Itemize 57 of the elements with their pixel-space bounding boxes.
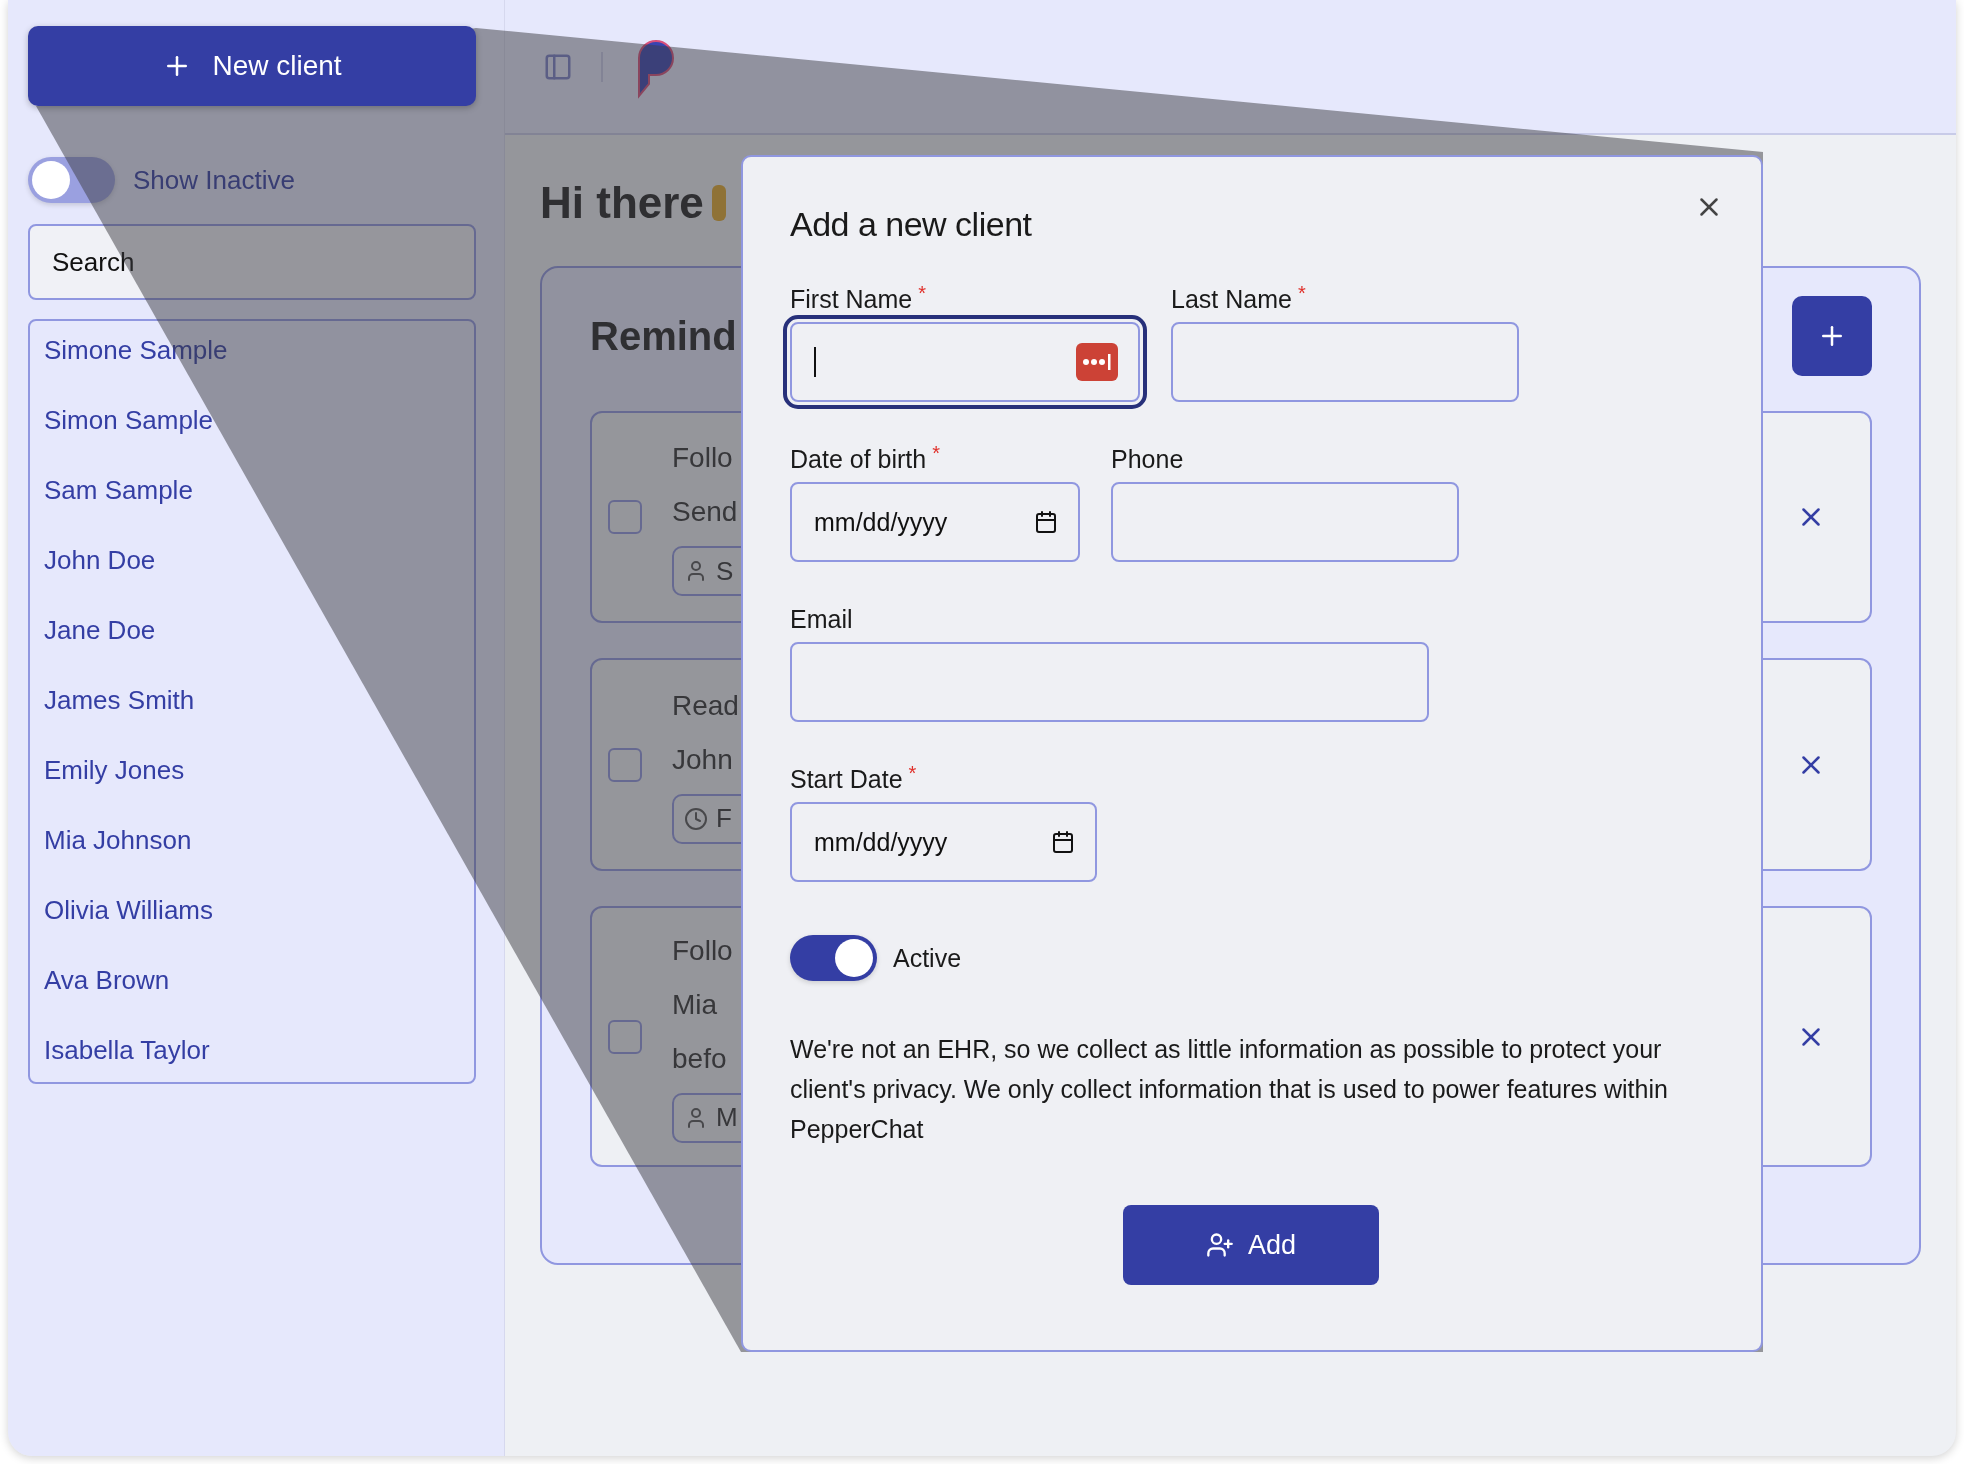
required-mark: *: [932, 442, 940, 465]
reminder-text: Follo: [672, 441, 733, 475]
field-label: First Name: [790, 284, 913, 315]
reminder-text: John: [672, 742, 733, 777]
reminder-text: Read: [672, 688, 739, 723]
client-item[interactable]: Mia Johnson: [44, 823, 474, 858]
reminder-text: befo: [672, 1041, 727, 1076]
client-item[interactable]: John Doe: [44, 543, 474, 578]
field-label: Date of birth: [790, 444, 927, 475]
field-label: Last Name: [1171, 284, 1292, 315]
reminder-text: Send: [672, 495, 738, 529]
client-item[interactable]: Olivia Williams: [44, 893, 474, 928]
add-button[interactable]: Add: [1123, 1205, 1379, 1285]
checkbox[interactable]: [608, 500, 642, 534]
password-manager-icon[interactable]: [1076, 343, 1118, 381]
chip-text: F: [716, 803, 732, 834]
chip-text: S: [716, 555, 734, 587]
field-label: Phone: [1111, 444, 1184, 475]
field-label: Start Date: [790, 764, 903, 795]
checkbox[interactable]: [608, 747, 642, 782]
clock-icon: [684, 806, 708, 831]
input-field[interactable]: [790, 642, 1429, 722]
client-item[interactable]: James Smith: [44, 683, 474, 718]
privacy-note: We're not an EHR, so we collect as little information as possible to protect your client's privacy. We only collect information that is used to power features within PepperChat: [790, 1034, 1669, 1145]
calendar-icon[interactable]: [1034, 510, 1058, 534]
calendar-icon[interactable]: [1051, 830, 1075, 854]
required-mark: *: [908, 762, 917, 785]
card-title: Remind: [590, 313, 737, 359]
toggle-switch[interactable]: [28, 157, 115, 203]
chip-text: M: [716, 1102, 738, 1133]
greeting: Hi there: [540, 178, 704, 228]
toggle-label: Show Inactive: [133, 164, 295, 196]
reminder-text: Mia: [672, 987, 718, 1022]
required-mark: *: [1297, 282, 1306, 305]
client-item[interactable]: Isabella Taylor: [44, 1033, 474, 1068]
input-field[interactable]: [1171, 322, 1519, 402]
search-field[interactable]: Search: [28, 224, 476, 300]
add-reminder-button[interactable]: [1792, 296, 1872, 376]
field-label: Email: [790, 604, 853, 635]
dialog-title: Add a new client: [790, 204, 1033, 245]
client-item[interactable]: Jane Doe: [44, 613, 474, 648]
client-item[interactable]: Ava Brown: [44, 963, 474, 998]
input-field[interactable]: [1111, 482, 1459, 562]
new-client-button[interactable]: New client: [28, 26, 476, 106]
text-cursor: [814, 347, 816, 377]
date-field[interactable]: mm/dd/yyyy: [790, 802, 1097, 882]
checkbox[interactable]: [608, 1019, 642, 1054]
required-mark: *: [918, 282, 927, 305]
emoji-icon: [711, 185, 726, 221]
toggle-label: Active: [893, 943, 962, 974]
client-item[interactable]: Simon Sample: [44, 403, 474, 438]
active-toggle[interactable]: [790, 935, 877, 981]
add-user-icon: [1205, 1231, 1234, 1259]
client-item[interactable]: Sam Sample: [44, 473, 474, 508]
reminder-text: Follo: [672, 933, 733, 968]
client-item[interactable]: Emily Jones: [44, 753, 474, 788]
date-field[interactable]: mm/dd/yyyy: [790, 482, 1080, 562]
